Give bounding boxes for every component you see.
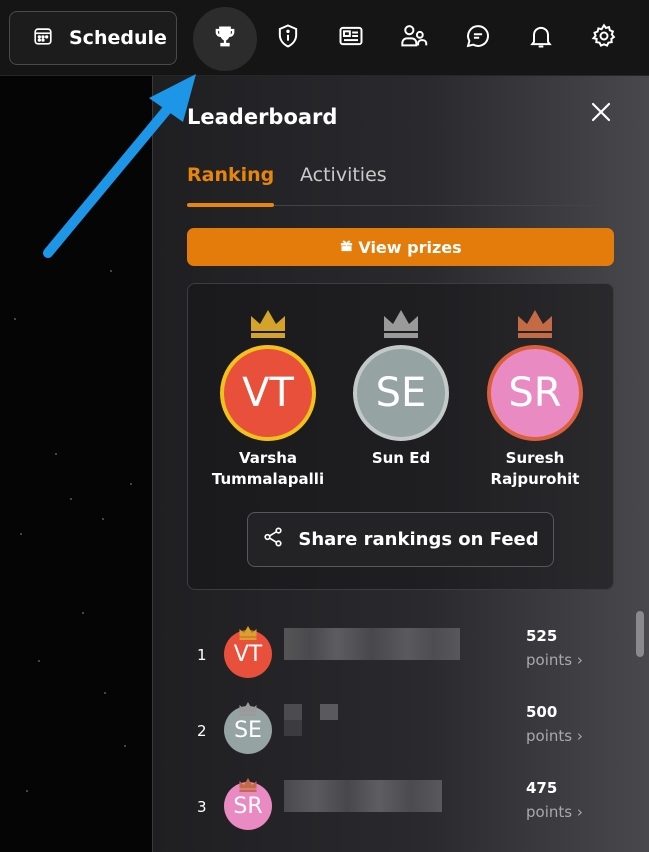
bell-icon bbox=[527, 22, 555, 54]
avatar: VT bbox=[224, 626, 272, 678]
notifications-nav-button[interactable] bbox=[517, 14, 565, 62]
avatar: SR bbox=[224, 778, 272, 830]
star-dot bbox=[130, 483, 132, 485]
rank-number: 2 bbox=[197, 722, 207, 740]
leaderboard-nav-button[interactable] bbox=[193, 7, 257, 71]
top-nav-bar: Schedule bbox=[0, 0, 649, 76]
star-dot bbox=[124, 745, 126, 747]
close-icon bbox=[589, 100, 613, 128]
redacted-name bbox=[284, 704, 340, 736]
points-value: 525 bbox=[526, 627, 558, 645]
star-dot bbox=[70, 498, 72, 500]
avatar: SE bbox=[353, 345, 449, 441]
star-dot bbox=[110, 270, 112, 272]
gold-crown-icon bbox=[239, 626, 257, 640]
chat-nav-button[interactable] bbox=[454, 14, 502, 62]
bronze-crown-icon bbox=[239, 778, 257, 792]
settings-nav-button[interactable] bbox=[580, 14, 628, 62]
star-dot bbox=[20, 533, 22, 535]
tab-activities[interactable]: Activities bbox=[300, 164, 387, 206]
trophy-icon bbox=[211, 23, 239, 55]
redacted-name bbox=[284, 780, 442, 812]
winner-name: Sun Ed bbox=[371, 449, 431, 467]
news-nav-button[interactable] bbox=[327, 14, 375, 62]
podium-third[interactable]: SR Suresh Rajpurohit bbox=[470, 284, 600, 504]
rank-number: 3 bbox=[197, 798, 207, 816]
points-label: points › bbox=[526, 803, 583, 821]
points-value: 500 bbox=[526, 703, 558, 721]
points-label: points › bbox=[526, 651, 583, 669]
star-dot bbox=[38, 660, 40, 662]
podium-second[interactable]: SE Sun Ed bbox=[336, 284, 466, 504]
share-icon bbox=[262, 526, 298, 553]
scrollbar-thumb[interactable] bbox=[636, 611, 644, 657]
avatar: SR bbox=[487, 345, 583, 441]
top-three-podium: VT Varsha Tummalapalli SE Sun Ed SR Sure… bbox=[187, 283, 614, 590]
silver-crown-icon bbox=[239, 702, 257, 716]
star-dot bbox=[14, 318, 16, 320]
star-dot bbox=[104, 692, 106, 694]
info-shield-icon bbox=[274, 22, 302, 54]
bronze-crown-icon bbox=[518, 310, 552, 338]
gold-crown-icon bbox=[251, 310, 285, 338]
winner-name: Suresh Rajpurohit bbox=[490, 449, 580, 488]
newspaper-icon bbox=[337, 22, 365, 54]
share-label: Share rankings on Feed bbox=[298, 529, 539, 550]
star-dot bbox=[26, 790, 28, 792]
chat-icon bbox=[464, 22, 492, 54]
tab-ranking[interactable]: Ranking bbox=[187, 164, 275, 207]
star-dot bbox=[82, 612, 84, 614]
view-prizes-button[interactable]: View prizes bbox=[187, 228, 614, 266]
points-label: points › bbox=[526, 727, 583, 745]
calendar-icon bbox=[32, 25, 54, 51]
schedule-label: Schedule bbox=[69, 27, 167, 49]
redacted-name bbox=[284, 628, 460, 660]
avatar: VT bbox=[220, 345, 316, 441]
table-row[interactable]: 2 SE 500 points › bbox=[187, 700, 607, 764]
leaderboard-panel: Leaderboard Ranking Activities View priz… bbox=[152, 76, 649, 852]
table-row[interactable]: 3 SR 475 points › bbox=[187, 776, 607, 840]
people-icon bbox=[400, 22, 428, 54]
podium-first[interactable]: VT Varsha Tummalapalli bbox=[203, 284, 333, 504]
view-prizes-label: View prizes bbox=[358, 237, 462, 257]
points-value: 475 bbox=[526, 779, 558, 797]
table-row[interactable]: 1 VT 525 points › bbox=[187, 624, 607, 688]
schedule-button[interactable]: Schedule bbox=[9, 11, 177, 65]
gift-icon bbox=[339, 238, 358, 257]
winner-name: Varsha Tummalapalli bbox=[211, 449, 325, 488]
star-dot bbox=[102, 518, 104, 520]
people-nav-button[interactable] bbox=[390, 14, 438, 62]
tab-bar: Ranking Activities bbox=[187, 164, 614, 207]
close-button[interactable] bbox=[585, 98, 617, 130]
avatar: SE bbox=[224, 702, 272, 754]
silver-crown-icon bbox=[384, 310, 418, 338]
panel-title: Leaderboard bbox=[187, 105, 338, 129]
app-stage: Schedule Leaderboard Ranking Activities … bbox=[0, 0, 649, 852]
info-nav-button[interactable] bbox=[264, 14, 312, 62]
star-dot bbox=[55, 453, 57, 455]
gear-icon bbox=[590, 22, 618, 54]
rank-number: 1 bbox=[197, 646, 207, 664]
share-rankings-button[interactable]: Share rankings on Feed bbox=[247, 512, 554, 567]
